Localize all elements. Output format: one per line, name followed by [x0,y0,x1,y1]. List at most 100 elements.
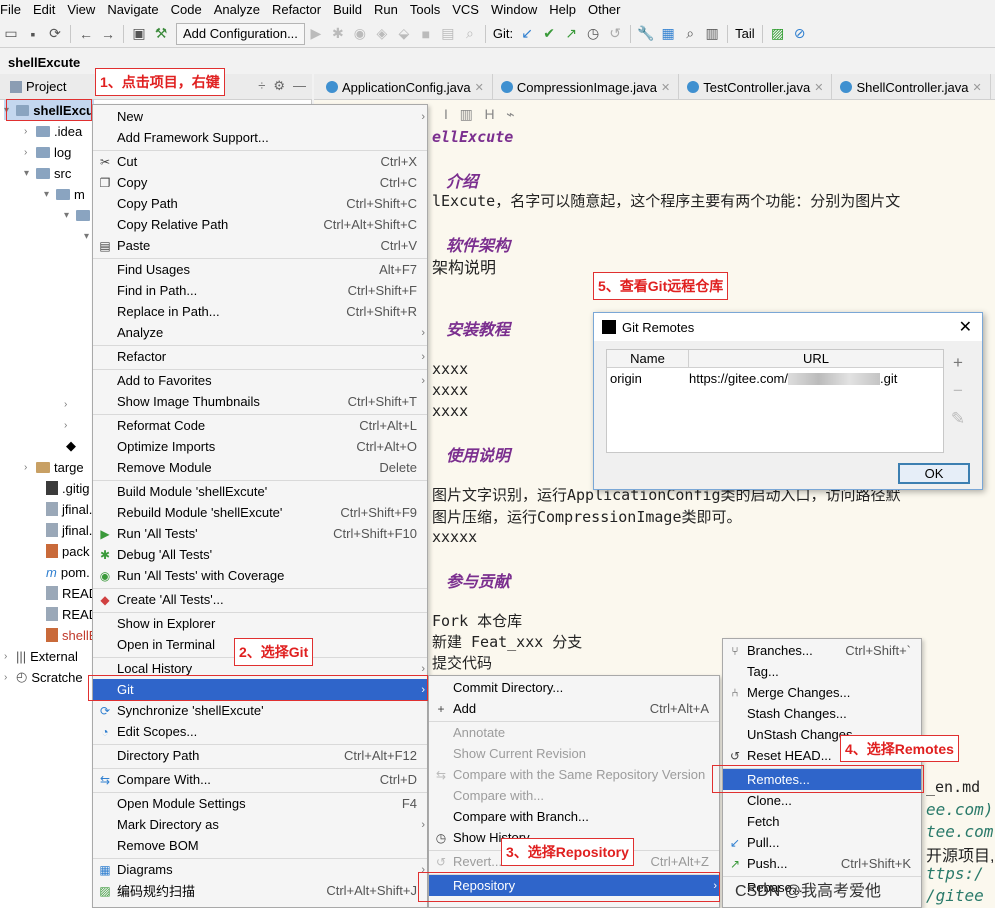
edit-pencil-icon[interactable]: ✎ [951,409,965,429]
tab-test-controller[interactable]: TestController.java ✕ [679,74,833,100]
menu-item-code-scan[interactable]: ▨ 编码规约扫描 Ctrl+Alt+Shift+J [93,880,427,901]
close-icon[interactable]: ✕ [661,81,670,94]
tree-node-scratches[interactable]: › ◴ Scratche [4,667,83,687]
tree-node-gitignore[interactable]: ◆ [66,436,76,456]
menu-item-compare-repo-version[interactable]: ⇆ Compare with the Same Repository Versio… [429,764,719,785]
menu-item-stash-changes[interactable]: Stash Changes... [723,703,921,724]
breadcrumb-project[interactable]: shellExcute [8,55,80,70]
gear-icon[interactable]: ⚙ [273,78,285,94]
menu-window[interactable]: Window [485,2,543,17]
tree-node-idea[interactable]: › .idea [24,121,82,141]
menu-item-tag[interactable]: Tag... [723,661,921,682]
menu-tools[interactable]: Tools [404,2,446,17]
menu-item-create-tests[interactable]: ◆ Create 'All Tests'... [93,589,427,610]
open-folder-icon[interactable]: ▭ [0,23,22,45]
layout-icon[interactable]: ▤ [437,23,459,45]
tree-node-src[interactable]: ▾ src [24,163,71,183]
menu-item-cut[interactable]: ✂ Cut Ctrl+X [93,151,427,172]
tree-node-target[interactable]: › targe [24,457,84,477]
chevron-right-icon[interactable]: › [24,126,36,137]
menu-item-copy[interactable]: ❐ Copy Ctrl+C [93,172,427,193]
tree-node-external-libraries[interactable]: › ||| External [4,646,78,666]
close-icon[interactable]: ✕ [475,81,484,94]
find-icon[interactable]: ⌕ [679,23,701,45]
column-header-name[interactable]: Name [607,350,689,367]
collapse-all-icon[interactable]: ÷ [258,78,265,94]
chevron-right-icon[interactable]: › [4,672,16,683]
stop-icon[interactable]: ■ [415,23,437,45]
ok-button[interactable]: OK [898,463,970,484]
menu-item-optimize-imports[interactable]: Optimize Imports Ctrl+Alt+O [93,436,427,457]
menu-file[interactable]: File [0,2,27,17]
menu-item-clone[interactable]: Clone... [723,790,921,811]
menu-item-edit-scopes[interactable]: ◔ Edit Scopes... [93,721,427,742]
menu-item-build-module[interactable]: Build Module 'shellExcute' [93,481,427,502]
tab-shell-controller[interactable]: ShellController.java ✕ [832,74,991,100]
tab-application-config[interactable]: ApplicationConfig.java ✕ [314,74,493,100]
menu-item-show-thumbnails[interactable]: Show Image Thumbnails Ctrl+Shift+T [93,391,427,412]
code-icon[interactable]: ▥ [460,106,473,122]
chevron-down-icon[interactable]: ▾ [44,189,56,200]
menu-item-fetch[interactable]: Fetch [723,811,921,832]
menu-item-remove-bom[interactable]: Remove BOM [93,835,427,856]
menu-item-analyze[interactable]: Analyze › [93,322,427,343]
git-commit-icon[interactable]: ✔ [538,23,560,45]
menu-item-branches[interactable]: ⑂ Branches... Ctrl+Shift+` [723,640,921,661]
sync-icon[interactable]: ⟳ [44,23,66,45]
chevron-down-icon[interactable]: ▾ [24,168,36,179]
attach-icon[interactable]: ⬙ [393,23,415,45]
git-history-icon[interactable]: ◷ [582,23,604,45]
git-push-icon[interactable]: ↗ [560,23,582,45]
menu-item-add-framework[interactable]: Add Framework Support... [93,127,427,148]
tree-node-sub[interactable]: ▾ [64,205,94,225]
menu-build[interactable]: Build [327,2,368,17]
menu-item-run-coverage[interactable]: ◉ Run 'All Tests' with Coverage [93,565,427,586]
project-structure-icon[interactable]: ▦ [657,23,679,45]
git-update-icon[interactable]: ↙ [516,23,538,45]
terminal-icon[interactable]: ▥ [701,23,723,45]
save-icon[interactable]: ▪ [22,23,44,45]
tree-node-collapsed[interactable]: › [64,394,76,414]
menu-item-compare-with[interactable]: Compare with... [429,785,719,806]
menu-help[interactable]: Help [543,2,582,17]
close-icon[interactable]: ✕ [972,81,981,94]
menu-refactor[interactable]: Refactor [266,2,327,17]
menu-item-synchronize[interactable]: ⟳ Synchronize 'shellExcute' [93,700,427,721]
menu-run[interactable]: Run [368,2,404,17]
tree-node-file[interactable]: m pom. [46,562,90,582]
menu-other[interactable]: Other [582,2,627,17]
menu-item-reformat-code[interactable]: Reformat Code Ctrl+Alt+L [93,415,427,436]
add-configuration-button[interactable]: Add Configuration... [176,22,305,45]
menu-item-compare-with[interactable]: ⇆ Compare With... Ctrl+D [93,769,427,790]
link-icon[interactable]: ⌁ [506,106,514,122]
menu-item-copy-path[interactable]: Copy Path Ctrl+Shift+C [93,193,427,214]
remove-icon[interactable]: − [953,381,963,401]
debug-icon[interactable]: ✱ [327,23,349,45]
menu-item-refactor[interactable]: Refactor › [93,346,427,367]
close-icon[interactable]: ✕ [959,317,972,337]
menu-item-mark-directory[interactable]: Mark Directory as › [93,814,427,835]
run-icon[interactable]: ▶ [305,23,327,45]
close-icon[interactable]: ✕ [814,81,823,94]
menu-navigate[interactable]: Navigate [101,2,164,17]
tail-button[interactable]: Tail [732,26,758,41]
menu-item-find-usages[interactable]: Find Usages Alt+F7 [93,259,427,280]
menu-item-compare-with-branch[interactable]: Compare with Branch... [429,806,719,827]
tree-node-file[interactable]: READ [46,604,98,624]
table-row[interactable]: origin https://gitee.com/ .git [607,368,943,388]
menu-item-add[interactable]: + Add Ctrl+Alt+A [429,698,719,719]
menu-item-rebuild-module[interactable]: Rebuild Module 'shellExcute' Ctrl+Shift+F… [93,502,427,523]
git-rollback-icon[interactable]: ↺ [604,23,626,45]
chevron-down-icon[interactable]: ▾ [64,210,76,221]
tree-node-file[interactable]: READ [46,583,98,603]
build-icon[interactable]: ▣ [128,23,150,45]
menu-item-directory-path[interactable]: Directory Path Ctrl+Alt+F12 [93,745,427,766]
menu-code[interactable]: Code [165,2,208,17]
menu-item-commit-directory[interactable]: Commit Directory... [429,677,719,698]
column-header-url[interactable]: URL [689,350,943,367]
tree-node-log[interactable]: › log [24,142,71,162]
header-icon[interactable]: H [484,106,494,122]
italic-icon[interactable]: I [444,106,448,122]
minimize-icon[interactable]: — [293,78,306,94]
tree-node-file[interactable]: shellE [46,625,97,645]
